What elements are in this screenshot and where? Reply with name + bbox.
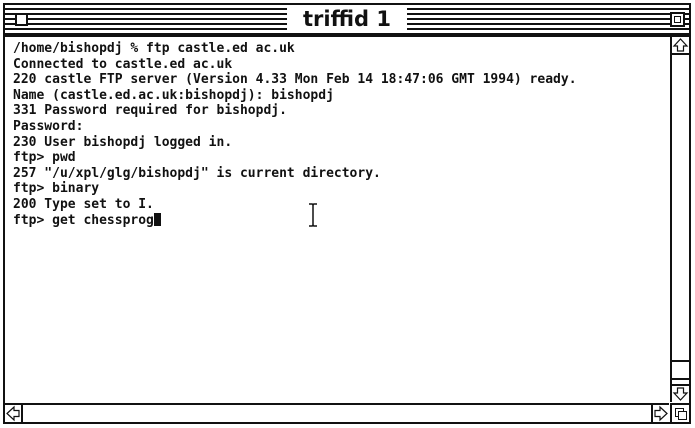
i-beam-cursor-icon xyxy=(309,203,317,227)
terminal-line: Password: xyxy=(13,118,84,134)
title-bar[interactable]: triffid 1 xyxy=(5,5,689,37)
terminal-line: /home/bishopdj % ftp castle.ed ac.uk xyxy=(13,41,295,56)
close-box-icon[interactable] xyxy=(15,13,28,26)
arrow-left-icon xyxy=(6,405,20,422)
terminal-window: triffid 1 /home/bishopdj % ftp castle.ed… xyxy=(3,3,691,424)
terminal-text: /home/bishopdj % ftp castle.ed ac.uk Con… xyxy=(13,41,669,228)
terminal-line: Connected to castle.ed ac.uk xyxy=(13,56,233,72)
arrow-down-icon xyxy=(672,387,689,401)
terminal-line: 257 "/u/xpl/glg/bishopdj" is current dir… xyxy=(13,165,381,181)
scroll-right-button[interactable] xyxy=(651,405,669,422)
scroll-up-button[interactable] xyxy=(672,37,689,55)
scroll-thumb[interactable] xyxy=(672,360,689,380)
terminal-line: 331 Password required for bishopdj. xyxy=(13,103,287,119)
terminal-content[interactable]: /home/bishopdj % ftp castle.ed ac.uk Con… xyxy=(5,37,669,402)
text-cursor xyxy=(153,212,161,226)
resize-grow-icon[interactable] xyxy=(670,403,689,422)
terminal-line: 220 castle FTP server (Version 4.33 Mon … xyxy=(13,72,577,88)
terminal-line: ftp> pwd xyxy=(13,150,76,166)
terminal-line: ftp> get chessprog xyxy=(13,212,154,228)
vertical-scrollbar[interactable] xyxy=(670,37,689,402)
window-title: triffid 1 xyxy=(287,6,407,33)
arrow-right-icon xyxy=(654,405,668,422)
terminal-line: Name (castle.ed.ac.uk:bishopdj): bishopd… xyxy=(13,87,334,103)
scroll-down-button[interactable] xyxy=(672,384,689,402)
scroll-left-button[interactable] xyxy=(5,405,23,422)
terminal-line: 230 User bishopdj logged in. xyxy=(13,134,233,150)
arrow-up-icon xyxy=(672,38,689,52)
zoom-box-icon[interactable] xyxy=(670,12,685,27)
terminal-line: 200 Type set to I. xyxy=(13,196,154,212)
terminal-line: ftp> binary xyxy=(13,181,100,197)
horizontal-scrollbar[interactable] xyxy=(5,403,669,422)
terminal-current-line[interactable]: ftp> get chessprog xyxy=(13,212,669,229)
